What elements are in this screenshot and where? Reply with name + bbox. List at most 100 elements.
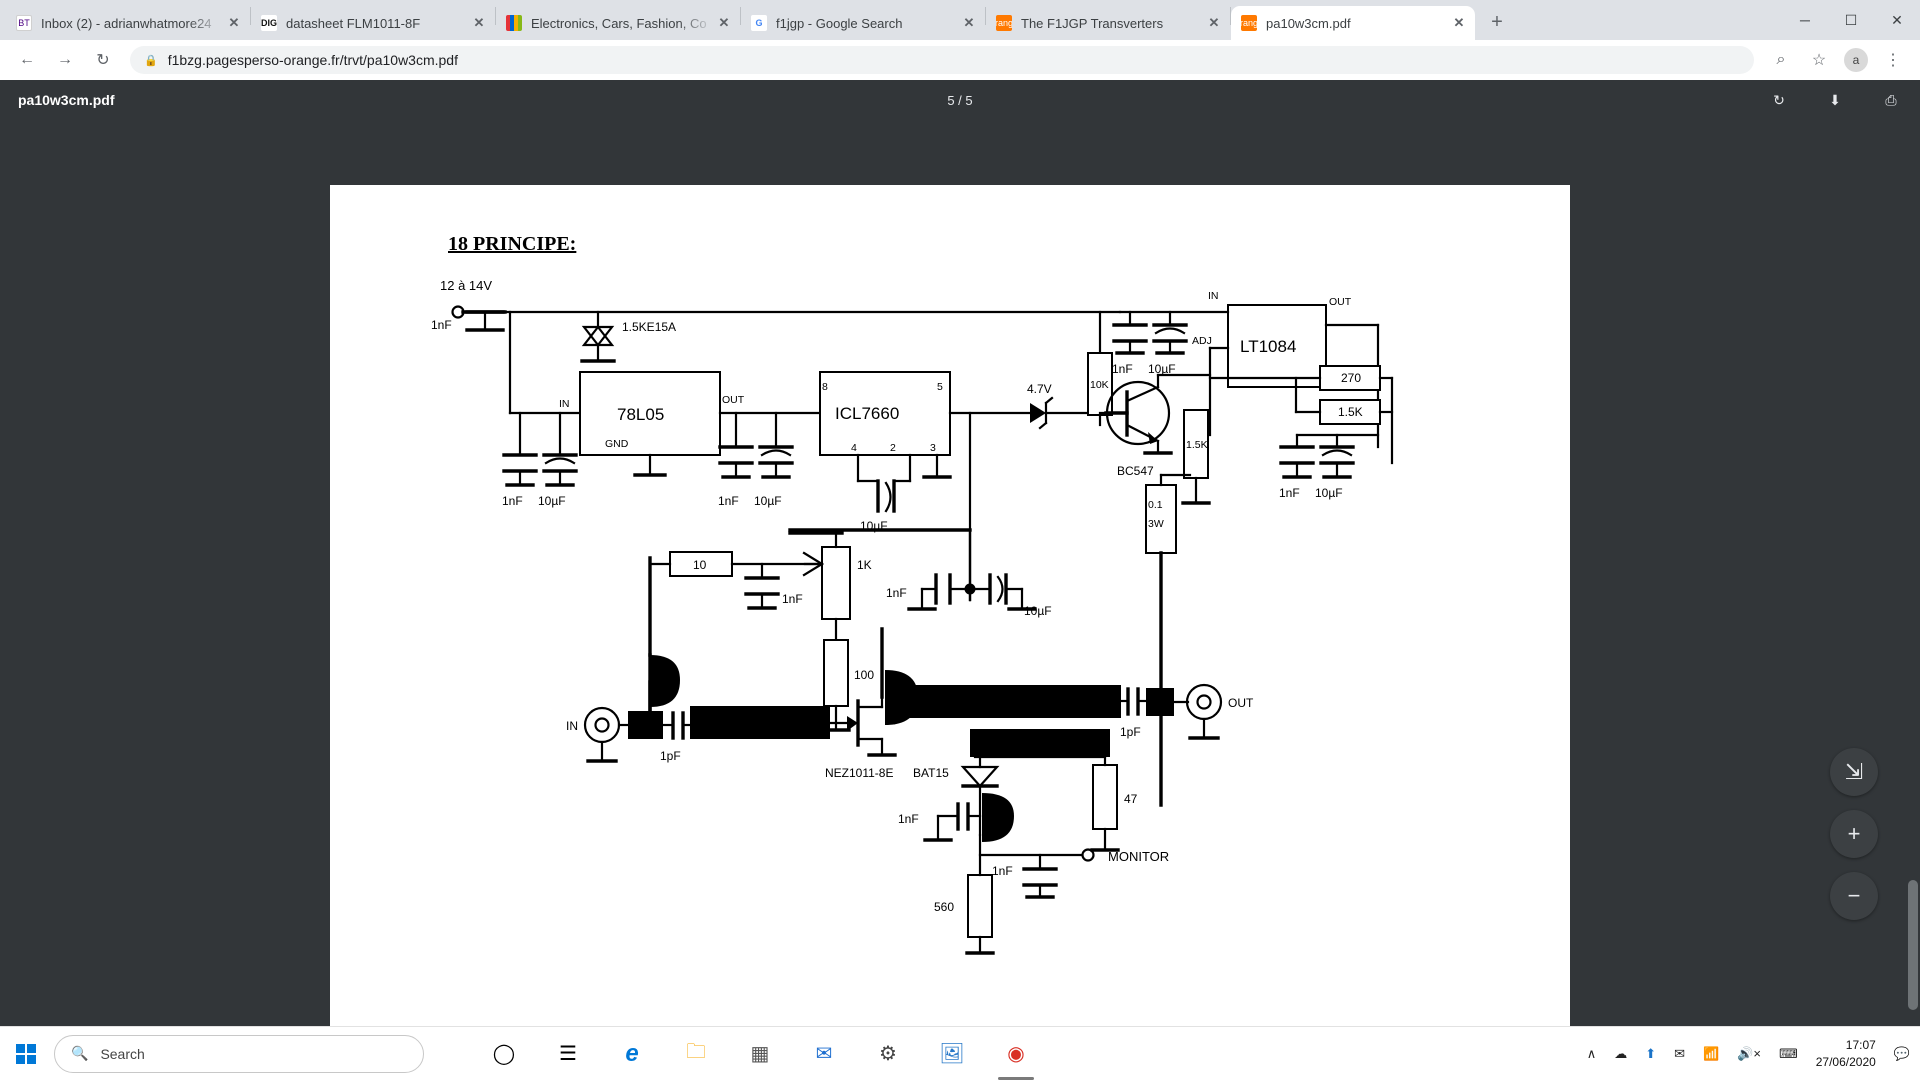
- zoom-in-button[interactable]: +: [1830, 810, 1878, 858]
- new-tab-button[interactable]: +: [1481, 6, 1513, 38]
- maximize-button[interactable]: ☐: [1828, 4, 1874, 36]
- cortana-icon[interactable]: ☰: [548, 1034, 588, 1074]
- capacitor-10uf-outrail: 10µF: [1315, 433, 1355, 500]
- capacitor-label: 1nF: [992, 864, 1013, 878]
- zener-label: 4.7V: [1027, 382, 1052, 396]
- browser-tab-1[interactable]: DIG datasheet FLM1011-8F ✕: [251, 6, 495, 40]
- pin-out-label: OUT: [1329, 296, 1352, 308]
- capacitor-label: 10µF: [754, 494, 782, 508]
- tab-close-button[interactable]: ✕: [1204, 13, 1224, 33]
- store-icon[interactable]: ▦: [740, 1034, 780, 1074]
- taskbar-clock[interactable]: 17:07 27/06/2020: [1816, 1037, 1876, 1069]
- mail-icon[interactable]: ✉: [804, 1034, 844, 1074]
- rotate-icon[interactable]: ↻: [1768, 89, 1790, 111]
- digikey-icon: DIG: [261, 15, 277, 31]
- tab-close-button[interactable]: ✕: [714, 13, 734, 33]
- task-view-icon[interactable]: ◯: [484, 1034, 524, 1074]
- ic-label: LT1084: [1240, 337, 1296, 356]
- tray-mail-icon[interactable]: ✉: [1674, 1046, 1685, 1062]
- edge-icon[interactable]: e: [612, 1034, 652, 1074]
- back-icon[interactable]: ←: [12, 45, 42, 75]
- bt-icon: BT: [16, 15, 32, 31]
- capacitor-1nf-neg: 1nF: [886, 573, 972, 611]
- capacitor-1nf-det: 1nF: [898, 802, 982, 842]
- capacitor-1nf-out: 1nF: [718, 411, 754, 508]
- forward-icon[interactable]: →: [50, 45, 80, 75]
- capacitor-1nf-bias: 1nF: [744, 562, 803, 610]
- url-text: f1bzg.pagesperso-orange.fr/trvt/pa10w3cm…: [167, 52, 458, 68]
- menu-icon[interactable]: ⋮: [1878, 45, 1908, 75]
- supply-voltage-label: 12 à 14V: [440, 278, 492, 293]
- close-window-button[interactable]: ✕: [1874, 4, 1920, 36]
- orange-icon: orange: [1241, 15, 1257, 31]
- bookmark-star-icon[interactable]: ☆: [1804, 45, 1834, 75]
- tab-title: The F1JGP Transverters: [1021, 15, 1164, 31]
- tab-title: pa10w3cm.pdf: [1266, 15, 1351, 31]
- zoom-out-button[interactable]: −: [1830, 872, 1878, 920]
- ic-label: 78L05: [617, 405, 664, 424]
- pdf-scrollbar[interactable]: [1906, 120, 1920, 1026]
- capacitor-1pf-out: 1pF: [1119, 687, 1148, 739]
- capacitor-label: 1nF: [502, 494, 523, 508]
- start-button[interactable]: [0, 1027, 52, 1080]
- sma-connector-out: OUT: [1172, 683, 1254, 740]
- onedrive-icon[interactable]: ⬆: [1645, 1046, 1656, 1062]
- browser-tab-4[interactable]: orange The F1JGP Transverters ✕: [986, 6, 1230, 40]
- download-icon[interactable]: ⬇: [1824, 89, 1846, 111]
- capacitor-10uf-pump: 10µF: [856, 453, 912, 533]
- capacitor-label: 1nF: [1112, 362, 1133, 376]
- avatar[interactable]: a: [1844, 48, 1868, 72]
- browser-tab-0[interactable]: BT Inbox (2) - adrianwhatmore24 ✕: [6, 6, 250, 40]
- print-icon[interactable]: ⎙: [1880, 89, 1902, 111]
- capacitor-label: 10µF: [538, 494, 566, 508]
- orange-icon: orange: [996, 15, 1012, 31]
- resistor-100: 100: [821, 639, 874, 732]
- tvs-diode-1.5ke15a: 1.5KE15A: [580, 310, 676, 363]
- capacitor-1pf-in: 1pF: [660, 711, 692, 763]
- google-icon: G: [751, 15, 767, 31]
- browser-tab-2[interactable]: Electronics, Cars, Fashion, Co ✕: [496, 6, 740, 40]
- tab-title: datasheet FLM1011-8F: [286, 15, 421, 31]
- pdf-toolbar: pa10w3cm.pdf 5 / 5 ↻ ⬇ ⎙: [0, 80, 1920, 120]
- network-icon[interactable]: 📶: [1703, 1046, 1719, 1062]
- resistor-label: 10K: [1090, 379, 1109, 391]
- fit-page-button[interactable]: ⇲: [1830, 748, 1878, 796]
- tray-chevron-icon[interactable]: ∧: [1587, 1046, 1597, 1062]
- clock-time: 17:07: [1845, 1038, 1876, 1053]
- tvs-diode-label: 1.5KE15A: [622, 320, 676, 334]
- pin-8-label: 8: [822, 381, 828, 393]
- browser-tab-3[interactable]: G f1jgp - Google Search ✕: [741, 6, 985, 40]
- tab-close-button[interactable]: ✕: [469, 13, 489, 33]
- resistor-label-value: 0.1: [1148, 499, 1163, 511]
- pin-out-label: OUT: [722, 394, 745, 406]
- sma-connector-in: IN: [566, 706, 630, 763]
- keyboard-icon[interactable]: ⌨: [1779, 1046, 1798, 1062]
- zoom-icon[interactable]: ⌕: [1766, 45, 1796, 75]
- minimize-button[interactable]: ─: [1782, 4, 1828, 36]
- pin-4-label: 4: [851, 442, 857, 454]
- address-bar[interactable]: 🔒 f1bzg.pagesperso-orange.fr/trvt/pa10w3…: [130, 46, 1754, 74]
- tab-title: f1jgp - Google Search: [776, 15, 903, 31]
- ic-78l05: 78L05 IN GND: [559, 371, 721, 477]
- capacitor-1nf-rail: 1nF: [1112, 310, 1148, 376]
- resistor-label: 270: [1341, 371, 1361, 385]
- file-explorer-icon[interactable]: 🗀: [676, 1034, 716, 1074]
- tab-close-button[interactable]: ✕: [959, 13, 979, 33]
- lock-icon: 🔒: [144, 54, 158, 67]
- reload-icon[interactable]: ↻: [88, 45, 118, 75]
- volume-icon[interactable]: 🔊×: [1737, 1046, 1761, 1062]
- chrome-icon[interactable]: ◉: [996, 1034, 1036, 1080]
- tab-close-button[interactable]: ✕: [1449, 13, 1469, 33]
- cloud-icon[interactable]: ☁: [1614, 1046, 1627, 1062]
- tab-close-button[interactable]: ✕: [224, 13, 244, 33]
- notification-center-icon[interactable]: 💬: [1894, 1046, 1910, 1062]
- capacitor-label: 1nF: [886, 586, 907, 600]
- photos-icon[interactable]: 🖼: [932, 1034, 972, 1074]
- settings-gear-icon[interactable]: ⚙: [868, 1034, 908, 1074]
- search-icon: 🔍: [71, 1045, 89, 1061]
- pdf-scroll-thumb[interactable]: [1908, 880, 1918, 1010]
- taskbar-search[interactable]: 🔍 Search: [54, 1034, 424, 1073]
- resistor-10: 10: [648, 551, 832, 577]
- pin-adj-label: ADJ: [1192, 335, 1212, 347]
- browser-tab-5-active[interactable]: orange pa10w3cm.pdf ✕: [1231, 6, 1475, 40]
